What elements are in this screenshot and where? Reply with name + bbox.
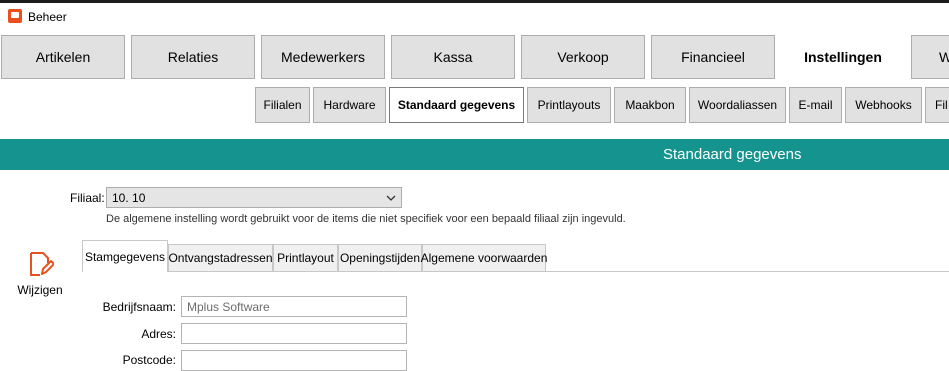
- postcode-field[interactable]: [181, 350, 407, 371]
- edit-button-label: Wijzigen: [17, 283, 63, 297]
- address-label: Adres:: [141, 327, 176, 341]
- subtab-standaard-gegevens[interactable]: Standaard gegevens: [389, 87, 524, 123]
- company-name-label: Bedrijfsnaam:: [102, 300, 176, 314]
- tab-w[interactable]: W: [911, 35, 949, 79]
- subtab-webhooks[interactable]: Webhooks: [845, 87, 922, 123]
- tab-medewerkers[interactable]: Medewerkers: [261, 35, 385, 79]
- tab-artikelen[interactable]: Artikelen: [1, 35, 125, 79]
- innertab-algemene-voorwaarden[interactable]: Algemene voorwaarden: [421, 244, 547, 271]
- tab-relaties[interactable]: Relaties: [131, 35, 255, 79]
- inner-tabs-divider: [82, 271, 949, 272]
- subtab-fil[interactable]: Fil: [925, 87, 949, 123]
- company-name-field[interactable]: [181, 296, 407, 317]
- section-header: Standaard gegevens: [0, 139, 949, 170]
- sub-tab-bar: Filialen Hardware Standaard gegevens Pri…: [0, 87, 949, 123]
- innertab-openingstijden[interactable]: Openingstijden: [338, 244, 422, 271]
- chevron-down-icon: [386, 195, 396, 201]
- subtab-maakbon[interactable]: Maakbon: [614, 87, 686, 123]
- subtab-woordaliassen[interactable]: Woordaliassen: [689, 87, 786, 123]
- main-tab-bar: Artikelen Relaties Medewerkers Kassa Ver…: [0, 35, 949, 81]
- innertab-stamgegevens[interactable]: Stamgegevens: [82, 240, 168, 272]
- filiaal-select[interactable]: 10. 10: [106, 187, 402, 208]
- pencil-edit-icon: [30, 252, 54, 276]
- subtab-filialen[interactable]: Filialen: [255, 87, 310, 123]
- subtab-hardware[interactable]: Hardware: [313, 87, 386, 123]
- filiaal-selected-value: 10. 10: [112, 191, 146, 205]
- edit-button[interactable]: Wijzigen: [14, 247, 66, 299]
- innertab-ontvangstadressen[interactable]: Ontvangstadressen: [168, 244, 273, 271]
- address-field[interactable]: [181, 323, 407, 344]
- app-logo-icon: [8, 9, 22, 23]
- tab-verkoop[interactable]: Verkoop: [521, 35, 645, 79]
- innertab-printlayout[interactable]: Printlayout: [273, 244, 338, 271]
- subtab-e-mail[interactable]: E-mail: [789, 87, 842, 123]
- filiaal-hint: De algemene instelling wordt gebruikt vo…: [106, 213, 626, 225]
- title-bar: Beheer: [0, 3, 949, 31]
- tab-financieel[interactable]: Financieel: [651, 35, 775, 79]
- window-title: Beheer: [28, 10, 67, 24]
- subtab-printlayouts[interactable]: Printlayouts: [527, 87, 611, 123]
- section-title: Standaard gegevens: [663, 146, 802, 163]
- filiaal-label: Filiaal:: [70, 191, 105, 205]
- tab-instellingen[interactable]: Instellingen: [781, 35, 905, 79]
- tab-kassa[interactable]: Kassa: [391, 35, 515, 79]
